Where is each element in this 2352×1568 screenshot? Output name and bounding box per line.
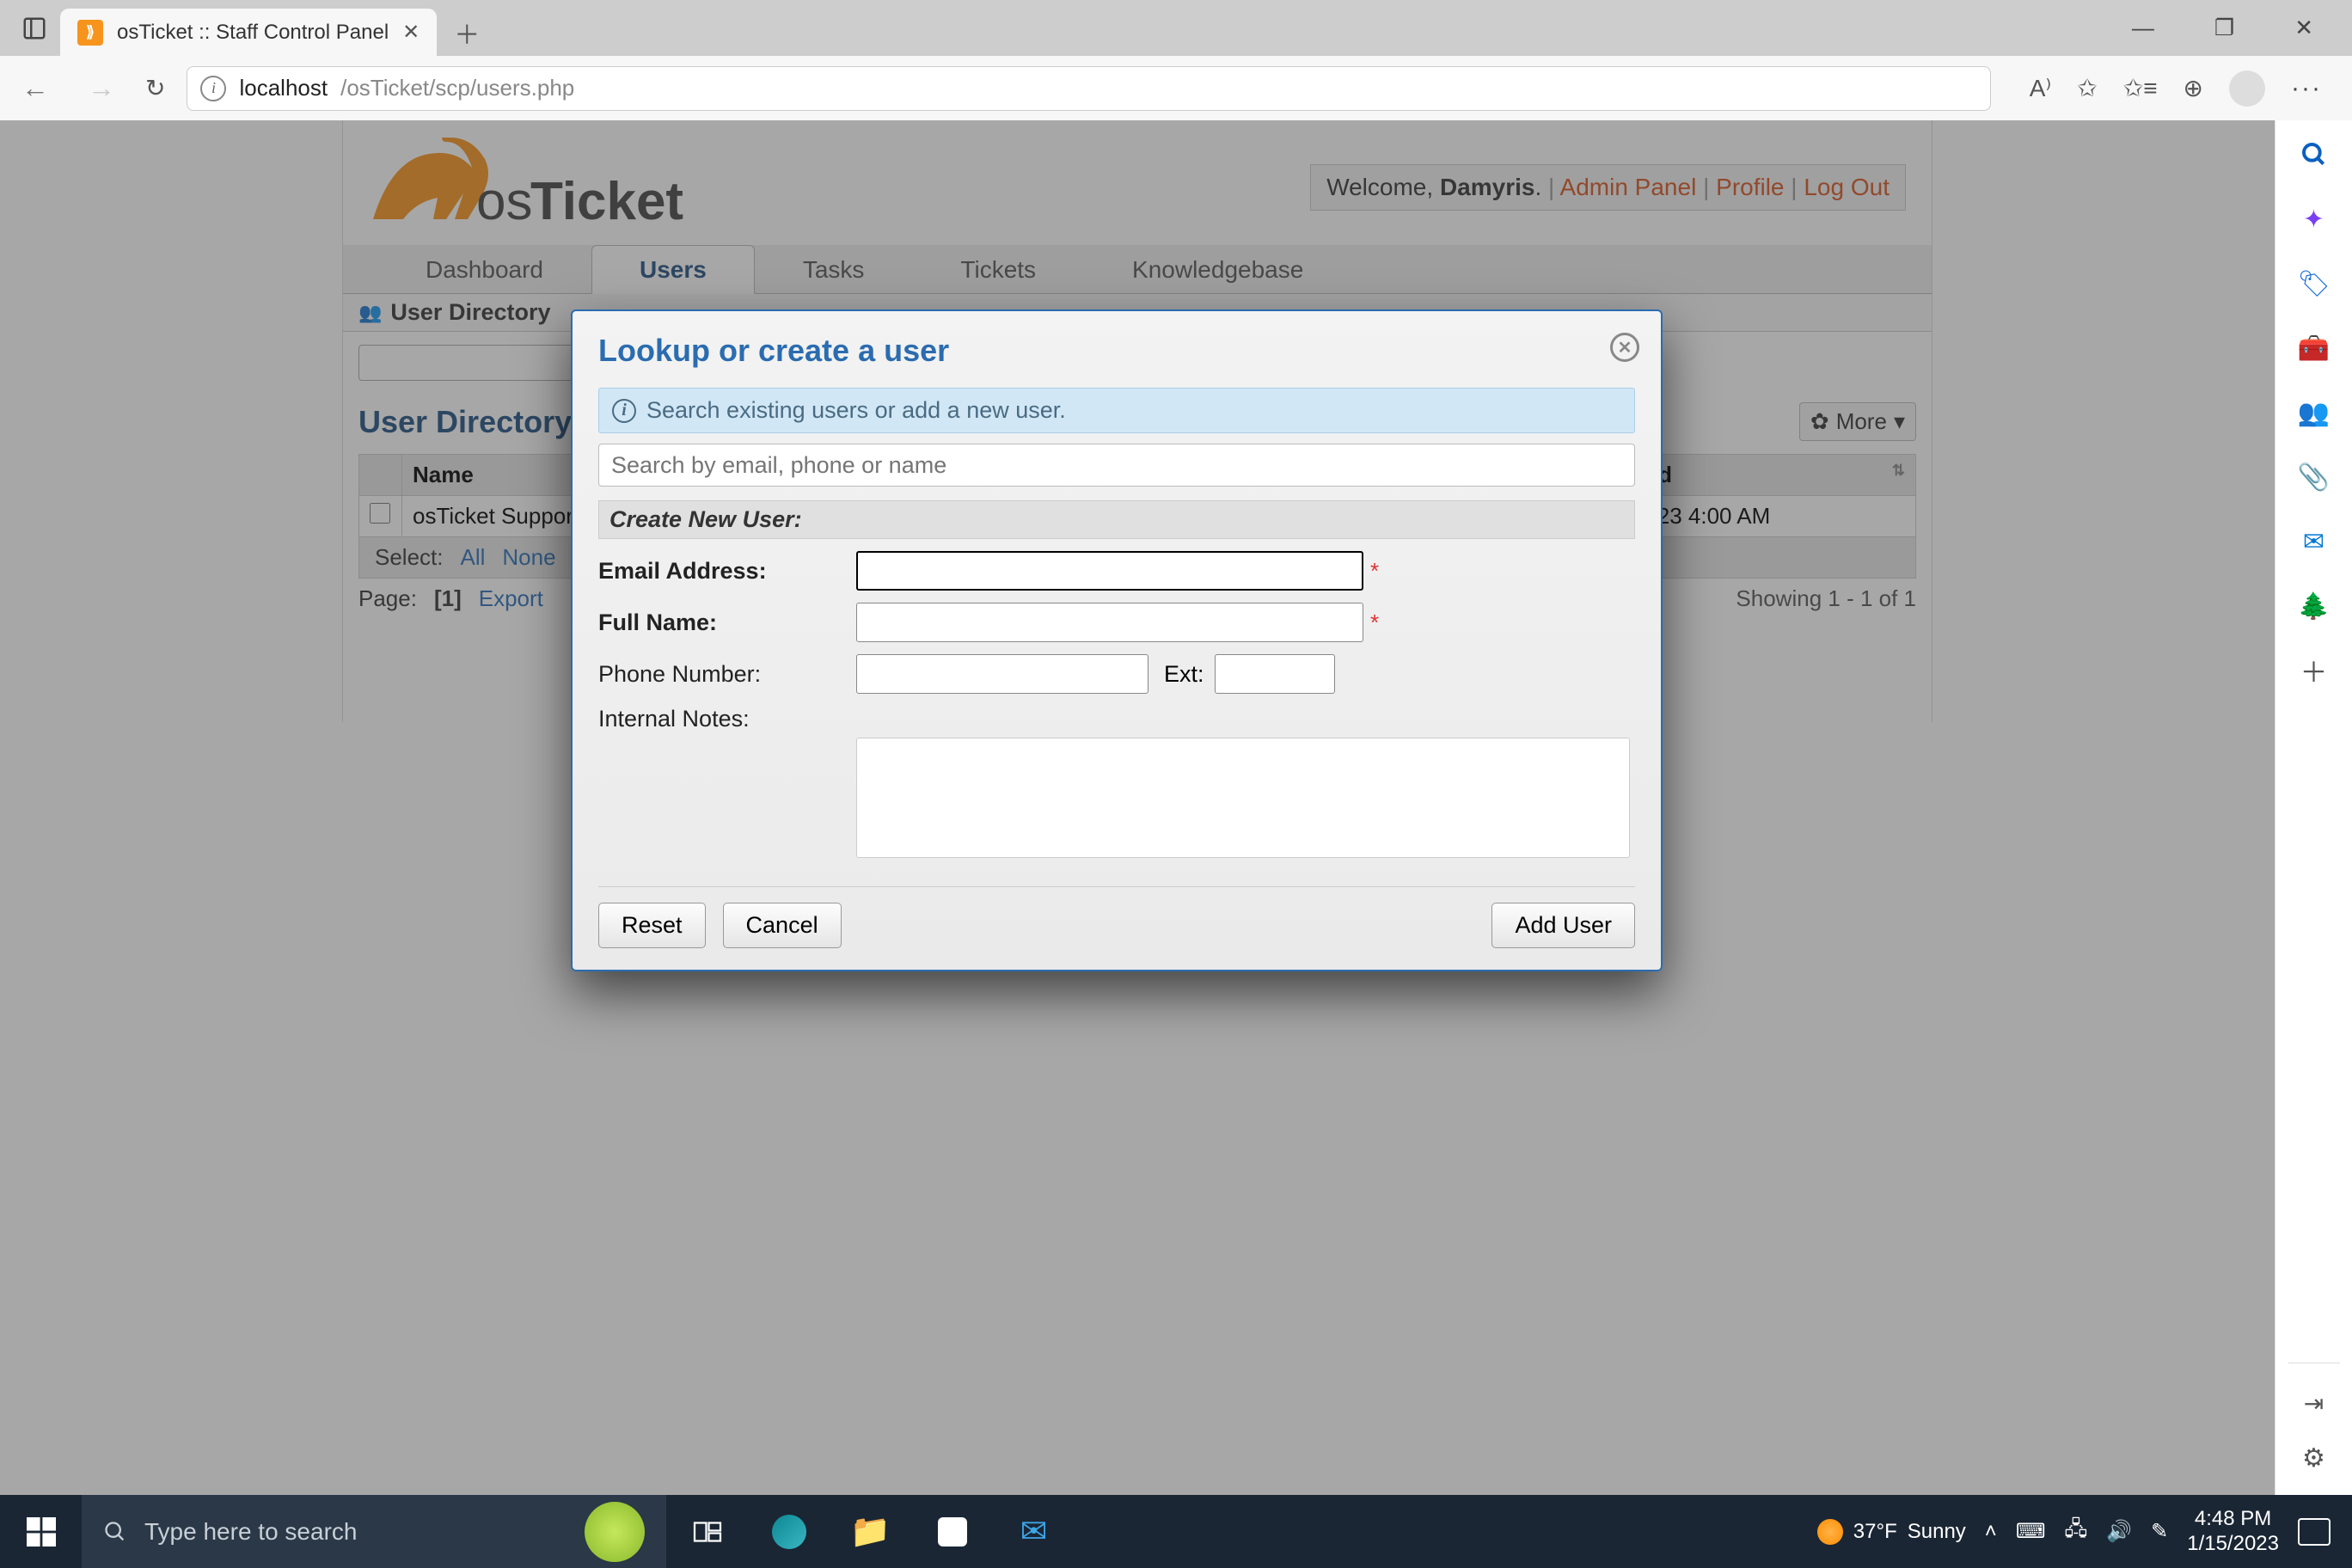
forward-button: → xyxy=(79,68,124,108)
sidebar-tools-icon[interactable]: 🧰 xyxy=(2297,331,2331,365)
info-icon: i xyxy=(612,399,636,423)
tray-input-icon[interactable]: ✎ xyxy=(2151,1519,2168,1544)
url-host: localhost xyxy=(239,75,328,101)
sidebar-settings-icon[interactable]: ⚙ xyxy=(2302,1443,2325,1473)
tray-volume-icon[interactable]: 🔊 xyxy=(2106,1519,2132,1544)
notes-textarea[interactable] xyxy=(856,738,1630,858)
search-icon xyxy=(103,1520,127,1544)
required-icon: * xyxy=(1370,609,1379,636)
weather-widget[interactable]: 37°F Sunny xyxy=(1817,1519,1966,1545)
minimize-button[interactable]: — xyxy=(2119,6,2167,50)
modal-search-input[interactable] xyxy=(598,444,1635,487)
tab-close-button[interactable]: ✕ xyxy=(402,20,420,45)
info-banner: i Search existing users or add a new use… xyxy=(598,388,1635,433)
tray-chevron-icon[interactable]: ˄ xyxy=(1985,1520,1997,1544)
store-app-icon[interactable]: 🛍 xyxy=(911,1495,993,1568)
taskbar-clock[interactable]: 4:48 PM 1/15/2023 xyxy=(2187,1507,2279,1557)
clock-date: 1/15/2023 xyxy=(2187,1532,2279,1557)
notes-label: Internal Notes: xyxy=(598,706,856,732)
edge-sidebar: ✦ 🏷 🧰 👥 📎 ✉ 🌲 ＋ ⇥ ⚙ xyxy=(2275,120,2352,1495)
sidebar-shopping-icon[interactable]: 🏷 xyxy=(2297,266,2331,301)
start-button[interactable] xyxy=(0,1495,82,1568)
edge-app-icon[interactable] xyxy=(748,1495,830,1568)
reset-button[interactable]: Reset xyxy=(598,903,706,948)
modal-title: Lookup or create a user xyxy=(598,333,1635,369)
phone-row: Phone Number: Ext: xyxy=(598,654,1635,694)
refresh-button[interactable]: ↻ xyxy=(145,74,165,102)
mail-app-icon[interactable]: ✉ xyxy=(993,1495,1075,1568)
ext-label: Ext: xyxy=(1164,661,1204,688)
clock-time: 4:48 PM xyxy=(2195,1507,2271,1532)
window-controls: — ❐ ✕ xyxy=(2119,6,2352,50)
sidebar-outlook-icon[interactable]: ✉ xyxy=(2297,524,2331,559)
windows-taskbar: Type here to search 📁 🛍 ✉ 37°F Sunny ˄ ⌨… xyxy=(0,1495,2352,1568)
close-window-button[interactable]: ✕ xyxy=(2282,6,2326,50)
sidebar-eco-icon[interactable]: 🌲 xyxy=(2297,589,2331,623)
modal-buttons: Reset Cancel Add User xyxy=(598,903,1635,948)
phone-label: Phone Number: xyxy=(598,661,856,688)
sidebar-collapse-icon[interactable]: ⇥ xyxy=(2304,1389,2324,1418)
fullname-input[interactable] xyxy=(856,603,1363,642)
site-info-icon[interactable]: i xyxy=(200,76,226,101)
modal-close-button[interactable]: ✕ xyxy=(1610,333,1639,362)
taskbar-search[interactable]: Type here to search xyxy=(82,1495,666,1568)
new-tab-button[interactable]: ＋ xyxy=(450,15,484,50)
maximize-button[interactable]: ❐ xyxy=(2202,6,2247,50)
fullname-row: Full Name: * xyxy=(598,603,1635,642)
phone-input[interactable] xyxy=(856,654,1148,694)
sidebar-add-icon[interactable]: ＋ xyxy=(2297,653,2331,688)
address-bar[interactable]: i localhost/osTicket/scp/users.php xyxy=(187,66,1990,111)
windows-icon xyxy=(27,1517,56,1547)
task-view-button[interactable] xyxy=(666,1495,748,1568)
fullname-label: Full Name: xyxy=(598,609,856,636)
taskbar-search-placeholder: Type here to search xyxy=(144,1518,357,1546)
browser-chrome: ⟫ osTicket :: Staff Control Panel ✕ ＋ — … xyxy=(0,0,2352,120)
notifications-button[interactable] xyxy=(2298,1518,2331,1546)
tray-network-icon[interactable]: 🖧 xyxy=(2064,1514,2087,1549)
tab-title: osTicket :: Staff Control Panel xyxy=(117,21,389,45)
email-input[interactable] xyxy=(856,551,1363,591)
email-row: Email Address: * xyxy=(598,551,1635,591)
modal-divider xyxy=(598,886,1635,887)
temperature: 37°F xyxy=(1853,1520,1897,1544)
read-aloud-icon[interactable]: A⁾ xyxy=(2030,74,2052,102)
email-label: Email Address: xyxy=(598,558,856,585)
browser-tab[interactable]: ⟫ osTicket :: Staff Control Panel ✕ xyxy=(60,9,437,56)
url-path: /osTicket/scp/users.php xyxy=(340,75,574,101)
ext-input[interactable] xyxy=(1215,654,1335,694)
notes-row: Internal Notes: xyxy=(598,706,1635,732)
sidebar-search-icon[interactable] xyxy=(2297,138,2331,172)
page-content: os Ticket Welcome, Damyris. | Admin Pane… xyxy=(0,120,2275,1495)
address-bar-row: ← → ↻ i localhost/osTicket/scp/users.php… xyxy=(0,56,2352,120)
favorite-icon[interactable]: ✩ xyxy=(2077,74,2097,102)
explorer-app-icon[interactable]: 📁 xyxy=(830,1495,911,1568)
sidebar-discover-icon[interactable]: ✦ xyxy=(2297,202,2331,236)
search-highlight-icon xyxy=(585,1502,645,1562)
collections-icon[interactable]: ⊕ xyxy=(2184,74,2203,102)
tab-strip: ⟫ osTicket :: Staff Control Panel ✕ ＋ — … xyxy=(0,0,2352,56)
required-icon: * xyxy=(1370,558,1379,585)
add-user-button[interactable]: Add User xyxy=(1491,903,1635,948)
info-text: Search existing users or add a new user. xyxy=(646,397,1066,424)
back-button[interactable]: ← xyxy=(13,68,58,108)
tab-actions-button[interactable] xyxy=(9,4,60,52)
browser-menu-button[interactable]: ··· xyxy=(2291,74,2322,103)
tab-favicon-icon: ⟫ xyxy=(77,20,103,46)
profile-icon[interactable] xyxy=(2229,70,2265,107)
addr-action-icons: A⁾ ✩ ✩≡ ⊕ ··· xyxy=(2012,70,2339,107)
favorites-bar-icon[interactable]: ✩≡ xyxy=(2123,74,2158,102)
create-user-header: Create New User: xyxy=(598,500,1635,539)
taskbar-apps: 📁 🛍 ✉ xyxy=(666,1495,1075,1568)
sun-icon xyxy=(1817,1519,1843,1545)
system-tray: 37°F Sunny ˄ ⌨ 🖧 🔊 ✎ 4:48 PM 1/15/2023 xyxy=(1817,1507,2352,1557)
tray-meet-icon[interactable]: ⌨ xyxy=(2016,1519,2046,1544)
lookup-create-user-modal: Lookup or create a user ✕ i Search exist… xyxy=(571,309,1663,971)
sidebar-office-icon[interactable]: 📎 xyxy=(2297,460,2331,494)
sidebar-games-icon[interactable]: 👥 xyxy=(2297,395,2331,430)
cancel-button[interactable]: Cancel xyxy=(723,903,842,948)
weather-desc: Sunny xyxy=(1908,1520,1966,1544)
